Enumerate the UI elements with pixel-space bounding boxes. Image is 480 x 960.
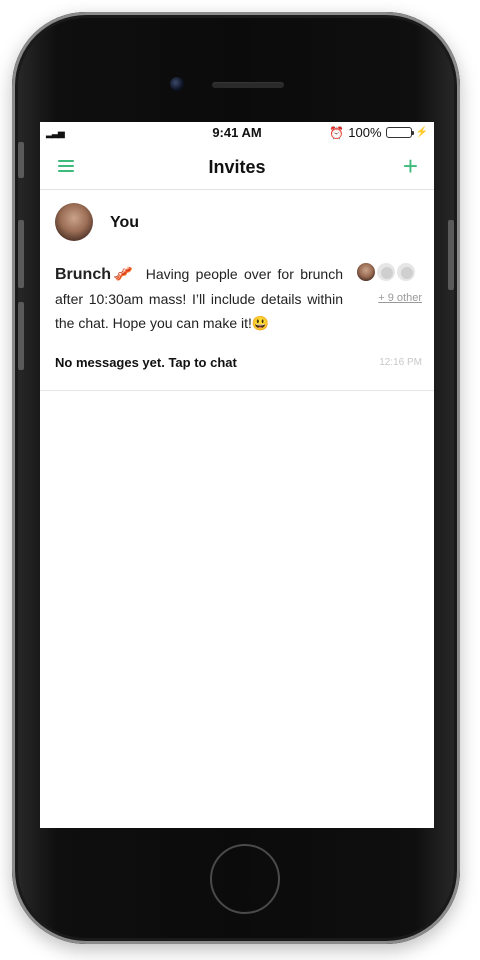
status-right: ⏰ 100% ⚡ <box>329 125 428 140</box>
invite-card[interactable]: You Brunch🥓 Having people over for brunch… <box>40 190 434 391</box>
more-participants-link[interactable]: + 9 other <box>378 292 422 304</box>
chat-timestamp: 12:16 PM <box>379 357 422 368</box>
battery-percent: 100% <box>348 125 382 140</box>
page-title: Invites <box>208 157 266 177</box>
participant-avatar-placeholder <box>376 262 396 282</box>
chat-prompt: No messages yet. Tap to chat <box>55 355 237 370</box>
mute-switch <box>18 142 24 178</box>
add-invite-button[interactable]: + <box>403 153 418 179</box>
charging-icon: ⚡ <box>415 127 428 138</box>
power-button <box>448 220 454 290</box>
navigation-bar: Invites + <box>40 144 434 190</box>
chat-row[interactable]: No messages yet. Tap to chat 12:16 PM <box>40 350 434 378</box>
participant-avatar-placeholder <box>396 262 416 282</box>
home-button[interactable] <box>210 844 280 914</box>
participant-avatar <box>356 262 376 282</box>
battery-icon <box>385 127 414 138</box>
alarm-icon: ⏰ <box>329 125 345 140</box>
owner-name: You <box>110 214 140 231</box>
volume-up-button <box>18 220 24 288</box>
front-camera <box>170 77 184 91</box>
screen: ▂▃▅ 9:41 AM ⏰ 100% ⚡ Invites + You Brunc… <box>40 122 434 828</box>
invite-title: Brunch🥓 <box>55 266 136 283</box>
volume-down-button <box>18 302 24 370</box>
owner-avatar <box>55 203 93 241</box>
earpiece-speaker <box>212 82 284 88</box>
participants-avatars[interactable] <box>356 262 422 282</box>
invite-description: Brunch🥓 Having people over for brunch aft… <box>55 262 343 335</box>
status-bar: ▂▃▅ 9:41 AM ⏰ 100% ⚡ <box>40 122 434 144</box>
